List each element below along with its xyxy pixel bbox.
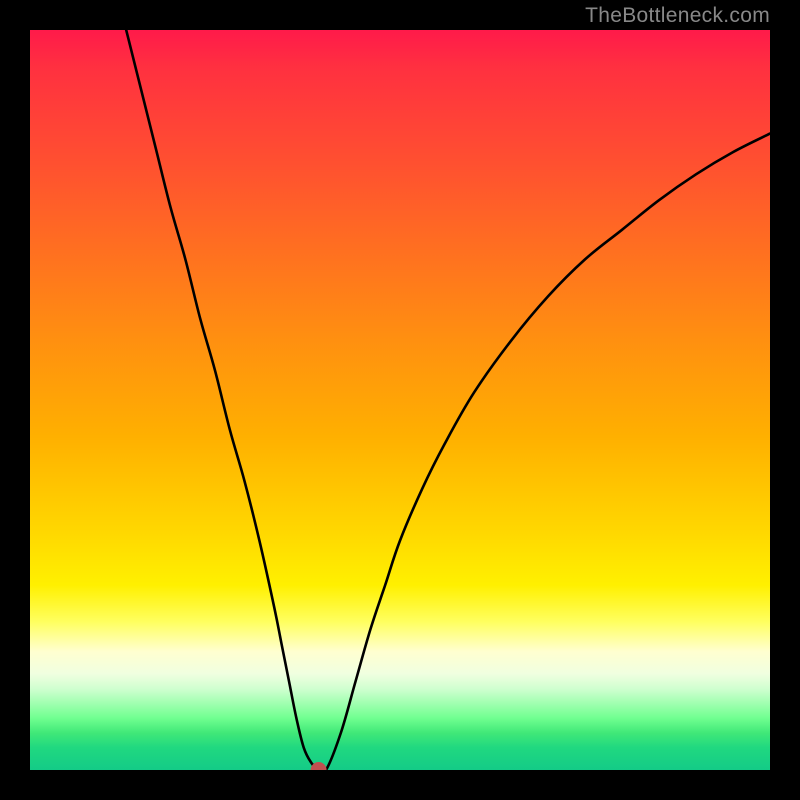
plot-area bbox=[30, 30, 770, 770]
watermark-text: TheBottleneck.com bbox=[585, 4, 770, 28]
bottleneck-curve bbox=[126, 30, 770, 770]
bottleneck-curve-svg bbox=[30, 30, 770, 770]
chart-container: TheBottleneck.com bbox=[0, 0, 800, 800]
